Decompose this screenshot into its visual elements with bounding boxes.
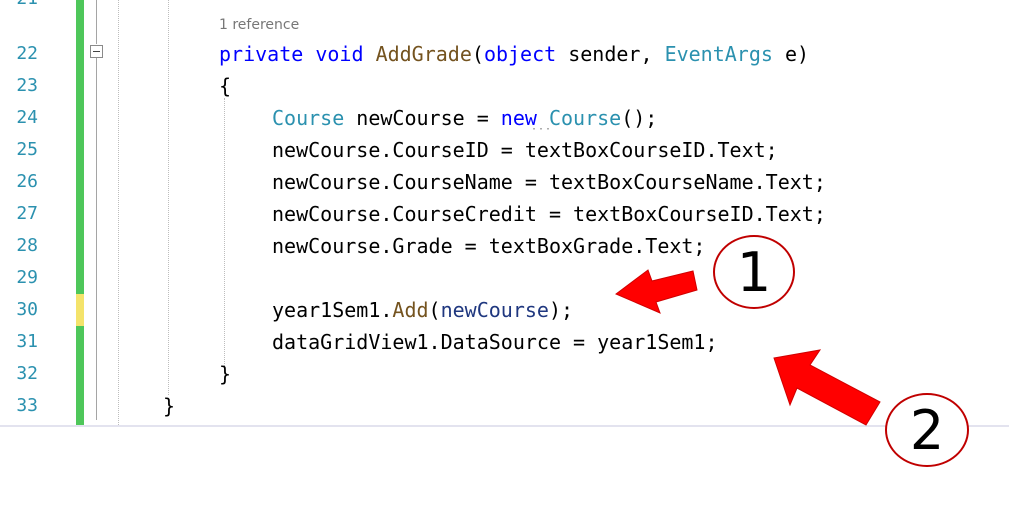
arrow-1-icon [615,269,698,314]
annotation-arrows [615,269,881,426]
callout-1-number: 1 [736,240,772,304]
callout-2-number: 2 [909,398,945,462]
callout-2: 2 [885,393,969,467]
arrow-2-icon [773,349,881,426]
callout-1: 1 [713,235,795,309]
